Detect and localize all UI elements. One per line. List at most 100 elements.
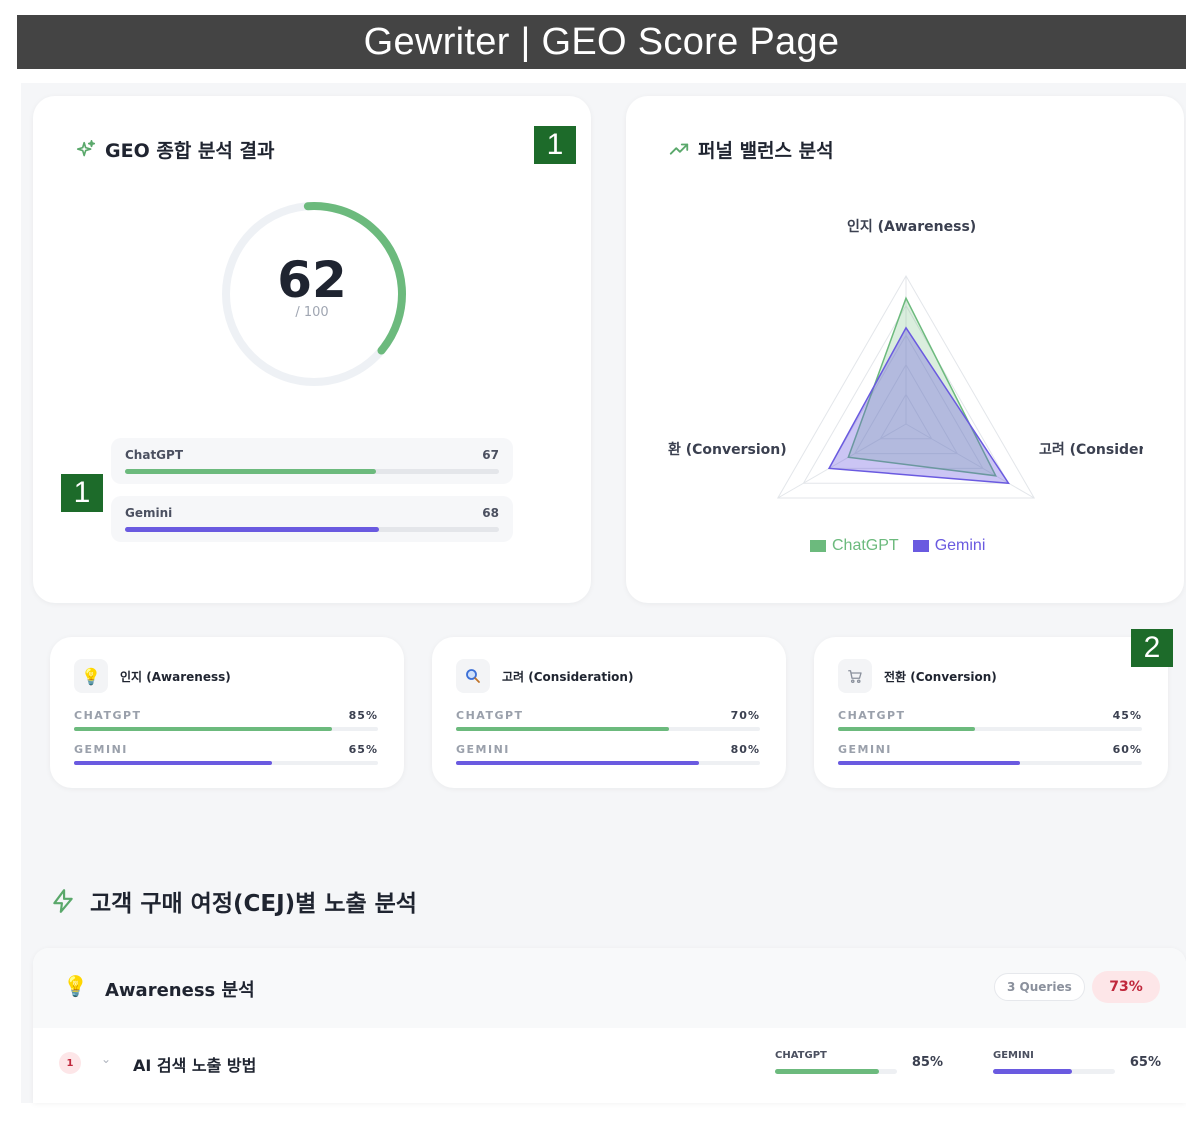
page-title: Gewriter | GEO Score Page — [363, 20, 840, 63]
metric-bar-track — [775, 1069, 897, 1074]
stage-row-percent: 70% — [730, 709, 760, 722]
model-name: ChatGPT — [125, 448, 184, 462]
funnel-radar-chart — [776, 274, 1036, 499]
radar-axis-label: 환 (Conversion) — [668, 442, 787, 458]
funnel-card-title-text: 퍼널 밸런스 분석 — [698, 140, 834, 162]
model-name: Gemini — [125, 506, 173, 520]
cart-icon — [838, 659, 872, 693]
cej-section-title-text: 고객 구매 여정(CEJ)별 노출 분석 — [90, 891, 417, 917]
stage-bar-track — [456, 727, 760, 731]
radar-axis-label: 고려 (Considera — [1039, 442, 1143, 458]
stage-name: 전환 (Conversion) — [884, 669, 997, 684]
stage-row-label: GEMINI — [74, 743, 128, 756]
legend-item-gemini[interactable]: Gemini — [912, 537, 986, 555]
annotation-marker: 1 — [61, 474, 103, 512]
metric-percent: 85% — [911, 1055, 943, 1070]
stage-row-label: GEMINI — [838, 743, 892, 756]
stage-bar-fill — [74, 761, 272, 765]
stage-row-label: GEMINI — [456, 743, 510, 756]
query-gemini-metric: GEMINI 65% — [993, 1048, 1161, 1078]
metric-label: GEMINI — [993, 1050, 1034, 1061]
model-bar-fill — [125, 469, 376, 474]
awareness-panel-title: Awareness 분석 — [105, 980, 255, 1001]
radar-legend: ChatGPT Gemini — [810, 537, 985, 555]
metric-bar-track — [993, 1069, 1115, 1074]
stage-row-percent: 80% — [730, 743, 760, 756]
stage-card-conversion: 전환 (Conversion) CHATGPT 45% GEMINI 60% — [814, 637, 1168, 788]
stage-row-percent: 60% — [1112, 743, 1142, 756]
stage-header: 고려 (Consideration) — [456, 659, 633, 693]
geo-score-card: GEO 종합 분석 결과 62 / 100 ChatGPT 67 Gemini … — [33, 96, 591, 603]
stage-bar-track — [838, 761, 1142, 765]
query-number-badge: 1 — [59, 1052, 81, 1074]
stage-name: 인지 (Awareness) — [120, 669, 231, 684]
metric-percent: 65% — [1129, 1055, 1161, 1070]
awareness-percent-badge: 73% — [1092, 971, 1160, 1003]
chevron-down-icon[interactable]: ⌄ — [101, 1052, 111, 1066]
model-row-gemini: Gemini 68 — [111, 496, 513, 542]
stage-row-label: CHATGPT — [838, 709, 906, 722]
stage-card-consideration: 고려 (Consideration) CHATGPT 70% GEMINI 80… — [432, 637, 786, 788]
cej-section-title: 고객 구매 여정(CEJ)별 노출 분석 — [50, 884, 417, 918]
stage-row-label: CHATGPT — [74, 709, 142, 722]
legend-swatch — [912, 540, 929, 552]
metric-label: CHATGPT — [775, 1050, 827, 1061]
model-bar-track — [125, 527, 499, 532]
annotation-marker: 1 — [534, 126, 576, 164]
query-text: AI 검색 노출 방법 — [133, 1056, 257, 1075]
trend-up-icon — [669, 143, 689, 155]
queries-count-badge: 3 Queries — [994, 973, 1085, 1001]
legend-label: Gemini — [934, 537, 986, 554]
lightbulb-icon: 💡 — [74, 659, 108, 693]
funnel-card-title: 퍼널 밸런스 분석 — [668, 136, 834, 163]
score-card-title-text: GEO 종합 분석 결과 — [105, 140, 275, 162]
model-value: 67 — [482, 448, 499, 462]
stage-bar-track — [838, 727, 1142, 731]
stage-bar-track — [74, 727, 378, 731]
stage-row-percent: 85% — [348, 709, 378, 722]
annotation-marker: 2 — [1131, 629, 1173, 667]
score-card-title: GEO 종합 분석 결과 — [75, 136, 274, 163]
stage-row-label: CHATGPT — [456, 709, 524, 722]
metric-bar-fill — [775, 1069, 879, 1074]
stage-bar-track — [74, 761, 378, 765]
stage-gemini-row: GEMINI 60% — [838, 743, 1142, 773]
awareness-panel-header[interactable]: 💡 Awareness 분석 3 Queries 73% — [33, 948, 1186, 1028]
legend-item-chatgpt[interactable]: ChatGPT — [810, 537, 899, 555]
score-max: / 100 — [295, 305, 329, 320]
legend-label: ChatGPT — [832, 537, 899, 554]
stage-row-percent: 45% — [1112, 709, 1142, 722]
legend-swatch — [810, 540, 826, 552]
radar-axis-label: 인지 (Awareness) — [847, 219, 977, 235]
sparkles-icon — [76, 139, 96, 156]
stage-bar-fill — [456, 761, 700, 765]
stage-chatgpt-row: CHATGPT 85% — [74, 709, 378, 739]
stage-chatgpt-row: CHATGPT 70% — [456, 709, 760, 739]
magnifier-icon — [456, 659, 490, 693]
stage-header: 💡 인지 (Awareness) — [74, 659, 231, 693]
stage-gemini-row: GEMINI 65% — [74, 743, 378, 773]
funnel-balance-card: 퍼널 밸런스 분석 인지 (Awareness) 고려 (Considera 환… — [626, 96, 1184, 603]
metric-bar-fill — [993, 1069, 1073, 1074]
stage-card-awareness: 💡 인지 (Awareness) CHATGPT 85% GEMINI 65% — [50, 637, 404, 788]
query-chatgpt-metric: CHATGPT 85% — [775, 1048, 943, 1078]
model-value: 68 — [482, 506, 499, 520]
stage-chatgpt-row: CHATGPT 45% — [838, 709, 1142, 739]
query-row[interactable]: 1 ⌄ AI 검색 노출 방법 CHATGPT 85% GEMINI 65% — [33, 1030, 1186, 1090]
radar-series-gemini — [827, 326, 1011, 485]
stage-name: 고려 (Consideration) — [502, 669, 634, 684]
lightbulb-icon: 💡 — [63, 974, 88, 998]
model-bar-track — [125, 469, 499, 474]
lightning-icon — [53, 889, 73, 913]
model-row-chatgpt: ChatGPT 67 — [111, 438, 513, 484]
stage-bar-track — [456, 761, 760, 765]
stage-bar-fill — [74, 727, 333, 731]
stage-header: 전환 (Conversion) — [838, 659, 997, 693]
stage-gemini-row: GEMINI 80% — [456, 743, 760, 773]
model-bar-fill — [125, 527, 380, 532]
stage-bar-fill — [838, 761, 1021, 765]
stage-bar-fill — [456, 727, 669, 731]
stage-row-percent: 65% — [348, 743, 378, 756]
score-value: 62 — [277, 251, 347, 309]
stage-bar-fill — [838, 727, 975, 731]
